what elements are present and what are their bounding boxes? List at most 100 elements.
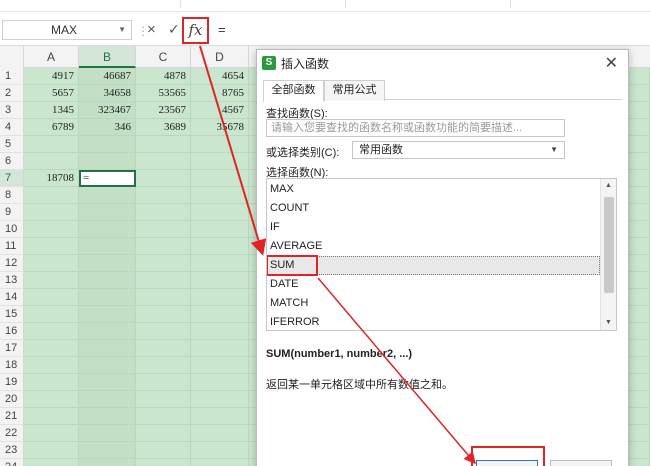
scrollbar-thumb[interactable] <box>604 197 614 293</box>
table-cell[interactable]: 3689 <box>136 119 191 136</box>
table-cell[interactable]: 8765 <box>191 85 249 102</box>
function-item-count[interactable]: COUNT <box>267 199 600 218</box>
table-cell[interactable] <box>24 374 79 391</box>
table-cell[interactable] <box>24 136 79 153</box>
table-cell[interactable] <box>79 238 136 255</box>
select-all-corner[interactable] <box>0 46 24 68</box>
table-cell[interactable]: 53565 <box>136 85 191 102</box>
scroll-up-icon[interactable]: ▲ <box>601 179 616 193</box>
table-cell[interactable] <box>79 408 136 425</box>
table-cell[interactable] <box>79 255 136 272</box>
table-cell[interactable] <box>24 306 79 323</box>
table-cell[interactable] <box>24 408 79 425</box>
table-cell[interactable] <box>24 204 79 221</box>
row-header[interactable]: 21 <box>0 408 24 425</box>
function-list[interactable]: MAX COUNT IF AVERAGE SUM DATE MATCH IFER… <box>266 178 617 331</box>
table-cell[interactable] <box>24 272 79 289</box>
name-box[interactable]: MAX ▼ <box>2 20 132 40</box>
table-cell[interactable]: 46687 <box>79 68 136 85</box>
formula-input[interactable]: = <box>212 20 648 40</box>
table-cell[interactable] <box>136 425 191 442</box>
table-cell[interactable] <box>191 408 249 425</box>
table-cell[interactable] <box>79 357 136 374</box>
table-cell[interactable] <box>136 340 191 357</box>
table-cell[interactable] <box>24 238 79 255</box>
ok-button[interactable] <box>476 460 538 466</box>
row-header[interactable]: 6 <box>0 153 24 170</box>
table-cell[interactable] <box>24 357 79 374</box>
table-cell[interactable] <box>79 306 136 323</box>
table-cell[interactable] <box>136 255 191 272</box>
table-cell[interactable] <box>136 153 191 170</box>
table-cell[interactable] <box>191 374 249 391</box>
table-cell[interactable] <box>136 357 191 374</box>
function-item-date[interactable]: DATE <box>267 275 600 294</box>
chevron-down-icon[interactable]: ▼ <box>118 21 126 39</box>
table-cell[interactable] <box>136 238 191 255</box>
row-header[interactable]: 14 <box>0 289 24 306</box>
table-cell[interactable] <box>136 391 191 408</box>
table-cell[interactable] <box>136 442 191 459</box>
table-cell[interactable] <box>79 323 136 340</box>
row-header[interactable]: 11 <box>0 238 24 255</box>
function-item-match[interactable]: MATCH <box>267 294 600 313</box>
table-cell[interactable] <box>79 136 136 153</box>
row-header[interactable]: 13 <box>0 272 24 289</box>
column-header-d[interactable]: D <box>191 46 249 68</box>
table-cell[interactable] <box>191 340 249 357</box>
function-item-iferror[interactable]: IFERROR <box>267 313 600 330</box>
table-cell[interactable] <box>191 255 249 272</box>
table-cell[interactable]: 23567 <box>136 102 191 119</box>
table-cell[interactable] <box>191 425 249 442</box>
table-cell[interactable]: 6789 <box>24 119 79 136</box>
close-icon[interactable]: ✕ <box>605 53 618 73</box>
column-header-b[interactable]: B <box>79 46 136 68</box>
row-header[interactable]: 22 <box>0 425 24 442</box>
row-header[interactable]: 15 <box>0 306 24 323</box>
table-cell[interactable] <box>79 289 136 306</box>
row-header[interactable]: 2 <box>0 85 24 102</box>
table-cell[interactable] <box>79 221 136 238</box>
cancel-icon[interactable]: × <box>147 21 156 38</box>
category-select[interactable]: 常用函数 ▼ <box>352 141 565 159</box>
row-header[interactable]: 3 <box>0 102 24 119</box>
function-item-max[interactable]: MAX <box>267 180 600 199</box>
scroll-down-icon[interactable]: ▼ <box>601 316 616 330</box>
table-cell[interactable]: = <box>79 170 136 187</box>
table-cell[interactable] <box>191 391 249 408</box>
table-cell[interactable] <box>136 374 191 391</box>
table-cell[interactable] <box>136 204 191 221</box>
table-cell[interactable] <box>24 187 79 204</box>
row-header[interactable]: 19 <box>0 374 24 391</box>
table-cell[interactable] <box>191 289 249 306</box>
row-header[interactable]: 10 <box>0 221 24 238</box>
table-cell[interactable] <box>24 425 79 442</box>
table-cell[interactable] <box>136 459 191 466</box>
table-cell[interactable] <box>136 289 191 306</box>
table-cell[interactable] <box>79 425 136 442</box>
table-cell[interactable] <box>191 357 249 374</box>
row-header[interactable]: 12 <box>0 255 24 272</box>
table-cell[interactable]: 4917 <box>24 68 79 85</box>
cancel-button[interactable] <box>550 460 612 466</box>
table-cell[interactable] <box>191 459 249 466</box>
row-header[interactable]: 8 <box>0 187 24 204</box>
table-cell[interactable]: 35678 <box>191 119 249 136</box>
table-cell[interactable] <box>79 442 136 459</box>
function-search-input[interactable]: 请输入您要查找的函数名称或函数功能的简要描述... <box>266 119 565 137</box>
table-cell[interactable] <box>79 272 136 289</box>
table-cell[interactable] <box>136 272 191 289</box>
function-item-if[interactable]: IF <box>267 218 600 237</box>
table-cell[interactable] <box>136 306 191 323</box>
table-cell[interactable] <box>136 221 191 238</box>
table-cell[interactable] <box>79 340 136 357</box>
table-cell[interactable] <box>24 153 79 170</box>
table-cell[interactable] <box>24 340 79 357</box>
table-cell[interactable] <box>79 187 136 204</box>
table-cell[interactable] <box>191 442 249 459</box>
table-cell[interactable]: 34658 <box>79 85 136 102</box>
table-cell[interactable]: 18708 <box>24 170 79 187</box>
table-cell[interactable] <box>136 187 191 204</box>
table-cell[interactable] <box>191 306 249 323</box>
table-cell[interactable] <box>191 136 249 153</box>
